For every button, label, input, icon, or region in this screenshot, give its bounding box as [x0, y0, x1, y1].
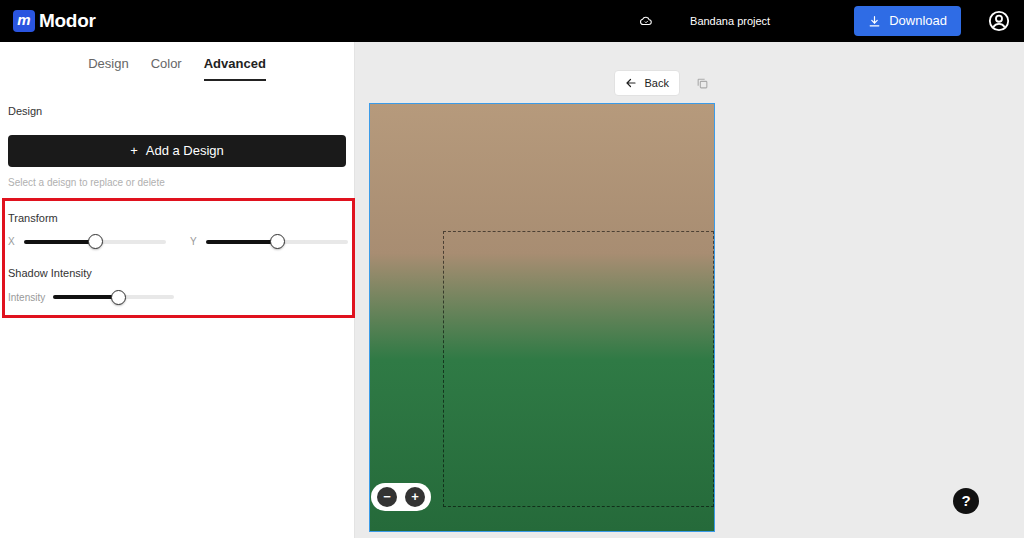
- transform-sliders: XY: [8, 234, 348, 249]
- add-design-button[interactable]: + Add a Design: [8, 135, 346, 167]
- canvas-area: Back −+ ?: [355, 42, 1024, 538]
- plus-icon: +: [130, 141, 138, 161]
- slider-label: Intensity: [8, 290, 45, 305]
- back-label: Back: [645, 75, 669, 92]
- slider-fill: [206, 240, 277, 244]
- download-icon: [868, 15, 881, 28]
- tab-bar: Design Color Advanced: [0, 42, 354, 81]
- design-bounds[interactable]: [443, 231, 714, 507]
- copy-icon[interactable]: [696, 77, 709, 90]
- slider-fill: [24, 240, 95, 244]
- design-hint: Select a deisgn to replace or delete: [8, 175, 346, 190]
- panel-tab[interactable]: Color: [151, 42, 182, 81]
- logo-mark[interactable]: m: [13, 10, 35, 32]
- slider-row: X: [8, 234, 166, 249]
- panel-tab[interactable]: Advanced: [204, 42, 266, 81]
- zoom-out-button[interactable]: −: [377, 487, 397, 507]
- top-bar: mModor Bandana project Download: [0, 0, 1024, 42]
- transform-heading: Transform: [8, 210, 348, 227]
- slider-thumb[interactable]: [111, 290, 126, 305]
- slider-track[interactable]: [24, 240, 166, 244]
- download-label: Download: [889, 11, 947, 31]
- help-button[interactable]: ?: [953, 488, 979, 514]
- slider-thumb[interactable]: [88, 234, 103, 249]
- top-actions: Bandana project Download: [639, 6, 1024, 36]
- slider-label: Y: [190, 234, 198, 249]
- design-heading: Design: [8, 103, 346, 120]
- zoom-controls: −+: [371, 483, 431, 511]
- add-design-label: Add a Design: [146, 141, 224, 161]
- shadow-heading: Shadow Intensity: [8, 265, 348, 282]
- slider-fill: [53, 295, 118, 299]
- app-name[interactable]: Modor: [39, 7, 96, 36]
- design-section: Design + Add a Design Select a deisgn to re…: [0, 81, 354, 190]
- slider-thumb[interactable]: [270, 234, 285, 249]
- back-button[interactable]: Back: [614, 70, 680, 96]
- mockup-photo[interactable]: −+: [369, 103, 715, 532]
- user-icon[interactable]: [988, 10, 1010, 32]
- slider-row: Y: [190, 234, 348, 249]
- arrow-left-icon: [625, 77, 637, 89]
- slider-row: Intensity: [8, 290, 174, 305]
- advanced-settings: TransformXYShadow IntensityIntensity: [2, 198, 355, 318]
- download-button[interactable]: Download: [854, 6, 961, 36]
- slider-track[interactable]: [53, 295, 174, 299]
- logo[interactable]: mModor: [0, 7, 96, 36]
- slider-label: X: [8, 234, 16, 249]
- panel-tab[interactable]: Design: [88, 42, 128, 81]
- canvas-toolbar: Back: [369, 70, 715, 96]
- zoom-in-button[interactable]: +: [405, 487, 425, 507]
- slider-track[interactable]: [206, 240, 348, 244]
- project-title[interactable]: Bandana project: [690, 13, 770, 30]
- cloud-icon: [639, 14, 653, 28]
- side-panel: Design Color Advanced Design + Add a Design S…: [0, 42, 355, 538]
